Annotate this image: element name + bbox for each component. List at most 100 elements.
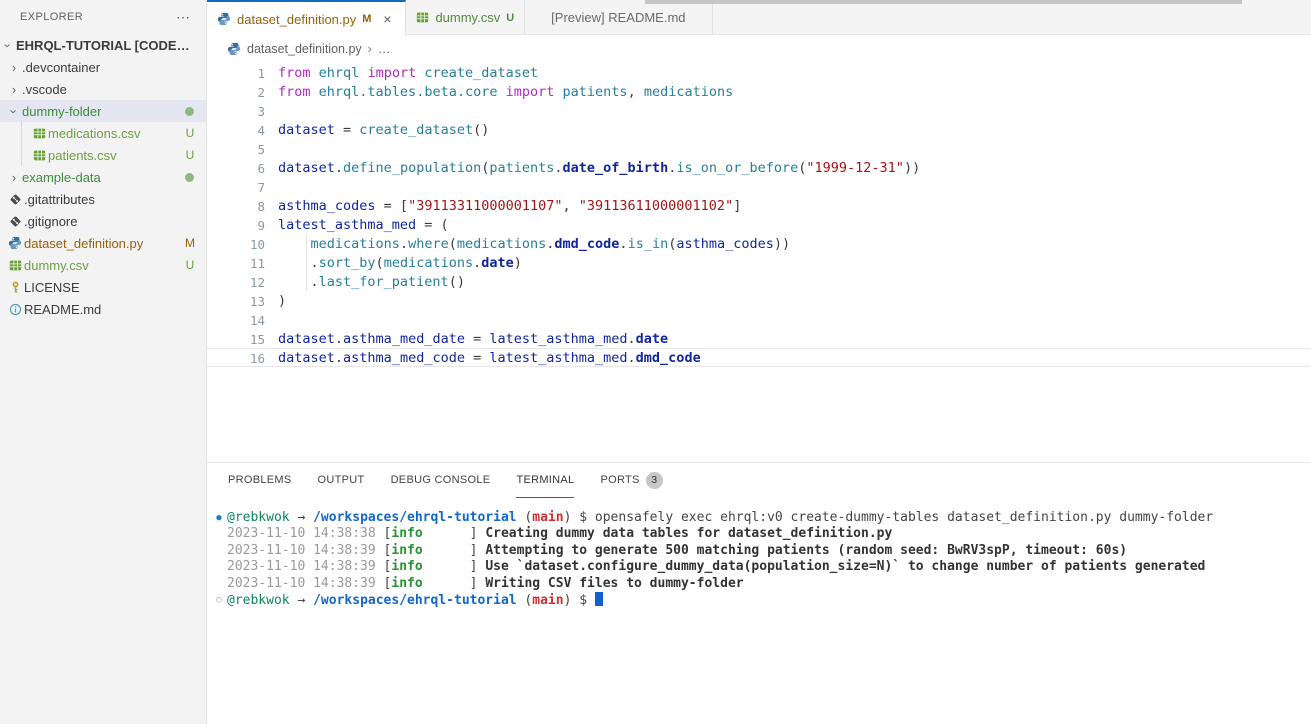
tree-item-label: .devcontainer bbox=[22, 60, 198, 75]
tree-root-folder[interactable]: EHRQL-TUTORIAL [CODESPACES:... bbox=[0, 34, 206, 56]
code-line-3[interactable]: 3 bbox=[207, 102, 1311, 121]
panel-tab-ports[interactable]: PORTS3 bbox=[600, 463, 662, 498]
code-line-14[interactable]: 14 bbox=[207, 311, 1311, 330]
code-line-16[interactable]: 16dataset.asthma_med_code = latest_asthm… bbox=[207, 348, 1311, 367]
tree-item-readme-md[interactable]: README.md bbox=[0, 298, 206, 320]
code-token: asthma_codes bbox=[278, 198, 376, 214]
tab--preview-readme-md[interactable]: [Preview] README.md bbox=[525, 0, 712, 35]
line-number[interactable]: 14 bbox=[207, 311, 265, 330]
close-icon[interactable]: × bbox=[379, 11, 395, 27]
tree-item--vscode[interactable]: .vscode bbox=[0, 78, 206, 100]
line-number[interactable]: 3 bbox=[207, 102, 265, 121]
tab-label: dataset_definition.py bbox=[237, 12, 356, 27]
tree-item--gitattributes[interactable]: .gitattributes bbox=[0, 188, 206, 210]
code-line-12[interactable]: 12 .last_for_patient() bbox=[207, 273, 1311, 292]
code-line-9[interactable]: 9latest_asthma_med = ( bbox=[207, 216, 1311, 235]
code-token: . bbox=[619, 236, 627, 252]
more-actions-icon[interactable]: ⋯ bbox=[176, 9, 192, 26]
tree-item--devcontainer[interactable]: .devcontainer bbox=[0, 56, 206, 78]
line-number[interactable]: 6 bbox=[207, 159, 265, 178]
terminal-output[interactable]: ● @rebkwok → /workspaces/ehrql-tutorial (… bbox=[207, 498, 1311, 724]
terminal-gutter bbox=[211, 576, 227, 592]
code-token: ( bbox=[376, 255, 384, 271]
panel-tab-terminal[interactable]: TERMINAL bbox=[516, 463, 574, 498]
line-number[interactable]: 13 bbox=[207, 292, 265, 311]
breadcrumb-file[interactable]: dataset_definition.py bbox=[247, 42, 362, 56]
line-number[interactable]: 2 bbox=[207, 83, 265, 102]
terminal-token: main bbox=[532, 593, 563, 608]
line-number[interactable]: 12 bbox=[207, 273, 265, 292]
tab-scrollbar-thumb[interactable] bbox=[645, 0, 1242, 4]
tree-item-medications-csv[interactable]: medications.csvU bbox=[0, 122, 206, 144]
code-line-13[interactable]: 13) bbox=[207, 292, 1311, 311]
code-token: sort_by bbox=[319, 255, 376, 271]
terminal-token: info bbox=[391, 559, 422, 574]
code-line-2[interactable]: 2from ehrql.tables.beta.core import pati… bbox=[207, 83, 1311, 102]
terminal-token: Attempting to generate 500 matching pati… bbox=[485, 543, 1127, 558]
line-number[interactable]: 16 bbox=[207, 349, 265, 366]
code-line-7[interactable]: 7 bbox=[207, 178, 1311, 197]
chevron-right-icon bbox=[6, 170, 22, 185]
chevron-down-icon bbox=[0, 38, 16, 53]
tab-dummy-csv[interactable]: dummy.csvU bbox=[406, 0, 525, 35]
code-line-6[interactable]: 6dataset.define_population(patients.date… bbox=[207, 159, 1311, 178]
code-token: )) bbox=[904, 160, 920, 176]
code-token: . bbox=[628, 331, 636, 347]
terminal-token: /workspaces/ehrql-tutorial bbox=[313, 510, 517, 525]
code-line-1[interactable]: 1from ehrql import create_dataset bbox=[207, 64, 1311, 83]
line-number[interactable]: 1 bbox=[207, 64, 265, 83]
code-line-11[interactable]: 11 .sort_by(medications.date) bbox=[207, 254, 1311, 273]
tree-item-patients-csv[interactable]: patients.csvU bbox=[0, 144, 206, 166]
panel-tab-output[interactable]: OUTPUT bbox=[318, 463, 365, 498]
code-text: ) bbox=[265, 292, 286, 311]
code-text: medications.where(medications.dmd_code.i… bbox=[265, 235, 790, 254]
code-line-5[interactable]: 5 bbox=[207, 140, 1311, 159]
line-number[interactable]: 8 bbox=[207, 197, 265, 216]
panel-tab-problems[interactable]: PROBLEMS bbox=[228, 463, 292, 498]
line-number[interactable]: 10 bbox=[207, 235, 265, 254]
code-token: ehrql.tables.beta.core bbox=[319, 84, 498, 100]
code-line-15[interactable]: 15dataset.asthma_med_date = latest_asthm… bbox=[207, 330, 1311, 349]
code-text: .sort_by(medications.date) bbox=[265, 254, 522, 273]
code-text: dataset.asthma_med_code = latest_asthma_… bbox=[265, 349, 701, 366]
csv-file-icon bbox=[6, 259, 24, 272]
code-line-10[interactable]: 10 medications.where(medications.dmd_cod… bbox=[207, 235, 1311, 254]
code-line-8[interactable]: 8asthma_codes = ["39113311000001107", "3… bbox=[207, 197, 1311, 216]
breadcrumb-more[interactable]: … bbox=[378, 42, 391, 56]
git-status-badge: M bbox=[182, 236, 198, 250]
panel-tab-debug-console[interactable]: DEBUG CONSOLE bbox=[391, 463, 491, 498]
command-decoration-icon[interactable]: ○ bbox=[211, 592, 227, 609]
line-number[interactable]: 11 bbox=[207, 254, 265, 273]
code-text bbox=[265, 102, 278, 121]
panel-tabbar: PROBLEMS OUTPUT DEBUG CONSOLE TERMINAL PORTS… bbox=[207, 463, 1311, 498]
tree-item-example-data[interactable]: example-data bbox=[0, 166, 206, 188]
line-number[interactable]: 9 bbox=[207, 216, 265, 235]
terminal-token: 2023-11-10 14:38:39 bbox=[227, 559, 384, 574]
terminal-token: info bbox=[391, 576, 422, 591]
code-token: dataset bbox=[278, 350, 335, 366]
line-number[interactable]: 7 bbox=[207, 178, 265, 197]
code-line-4[interactable]: 4dataset = create_dataset() bbox=[207, 121, 1311, 140]
tree-item-license[interactable]: LICENSE bbox=[0, 276, 206, 298]
terminal-text: @rebkwok → /workspaces/ehrql-tutorial (m… bbox=[227, 592, 603, 609]
code-token: . bbox=[278, 255, 319, 271]
line-number[interactable]: 15 bbox=[207, 330, 265, 349]
git-status-badge: U bbox=[182, 148, 198, 162]
code-token: date bbox=[481, 255, 514, 271]
tree-item-dataset-definition-py[interactable]: dataset_definition.pyM bbox=[0, 232, 206, 254]
info-icon bbox=[6, 303, 24, 316]
tree-item-dummy-csv[interactable]: dummy.csvU bbox=[0, 254, 206, 276]
line-number[interactable]: 4 bbox=[207, 121, 265, 140]
tree-item-dummy-folder[interactable]: dummy-folder bbox=[0, 100, 206, 122]
command-decoration-icon[interactable]: ● bbox=[211, 510, 227, 526]
code-editor[interactable]: 1from ehrql import create_dataset2from e… bbox=[207, 62, 1311, 462]
code-token: is_on_or_before bbox=[676, 160, 798, 176]
tree-item--gitignore[interactable]: .gitignore bbox=[0, 210, 206, 232]
tree-item-label: .vscode bbox=[22, 82, 198, 97]
tab-dataset-definition-py[interactable]: dataset_definition.pyM× bbox=[207, 0, 406, 36]
breadcrumb[interactable]: dataset_definition.py › … bbox=[207, 35, 1311, 62]
line-number[interactable]: 5 bbox=[207, 140, 265, 159]
terminal-log-line: 2023-11-10 14:38:39 [info ] Use `dataset… bbox=[211, 559, 1311, 575]
code-token: dmd_code bbox=[636, 350, 701, 366]
code-text: from ehrql import create_dataset bbox=[265, 64, 538, 83]
